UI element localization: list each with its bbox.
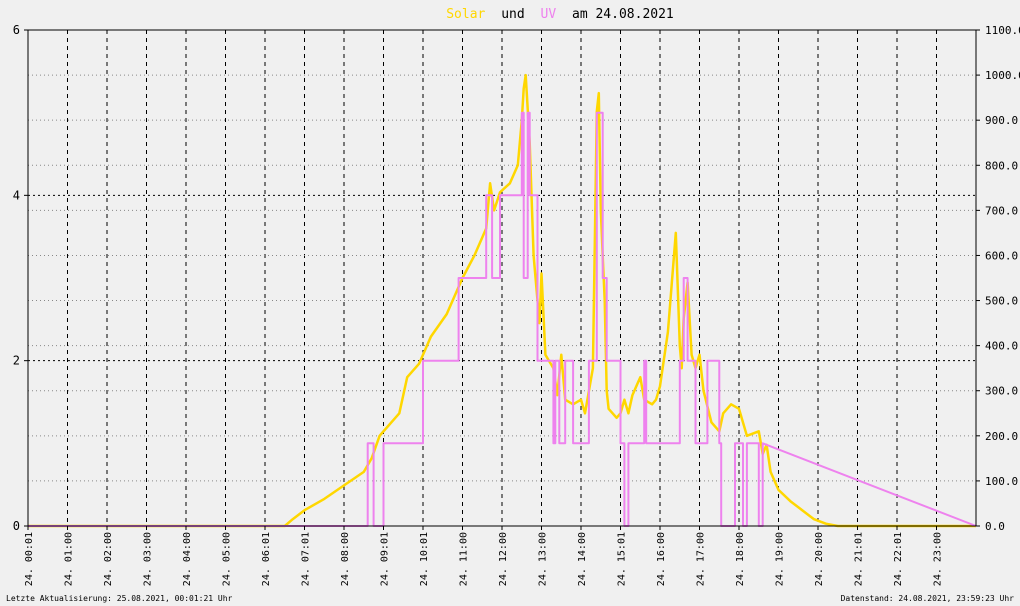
x-axis-tick-label: 24. 19:00: [775, 532, 786, 586]
right-axis-tick-label: 300.0: [985, 385, 1018, 398]
x-axis-tick-label: 24. 08:00: [340, 532, 351, 586]
x-axis-tick-label: 24. 13:00: [538, 532, 549, 586]
footer-last-update: Letzte Aktualisierung: 25.08.2021, 00:01…: [6, 594, 233, 603]
right-axis-tick-label: 900.0: [985, 114, 1018, 127]
x-axis-tick-label: 24. 18:00: [735, 532, 746, 586]
x-axis-tick-label: 24. 07:01: [301, 532, 312, 586]
x-axis-tick-label: 24. 09:01: [380, 532, 391, 586]
x-axis-tick-label: 24. 00:01: [24, 532, 35, 586]
x-axis-tick-label: 24. 17:00: [696, 532, 707, 586]
x-axis-tick-label: 24. 04:00: [182, 532, 193, 586]
x-axis-tick-label: 24. 16:00: [656, 532, 667, 586]
x-axis-tick-label: 24. 21:01: [854, 532, 865, 586]
footer-data-status: Datenstand: 24.08.2021, 23:59:23 Uhr: [841, 594, 1015, 603]
title-date: am 24.08.2021: [572, 7, 674, 22]
title-uv: UV: [541, 7, 557, 22]
x-axis-tick-label: 24. 12:00: [498, 532, 509, 586]
x-axis-tick-label: 24. 06:01: [261, 532, 272, 586]
x-axis-tick-label: 24. 02:00: [103, 532, 114, 586]
x-axis-tick-label: 24. 20:00: [814, 532, 825, 586]
x-axis-tick-label: 24. 05:00: [222, 532, 233, 586]
right-axis-tick-label: 400.0: [985, 340, 1018, 353]
right-axis-tick-label: 1000.0: [985, 69, 1020, 82]
chart-title: Solar und UV am 24.08.2021: [446, 7, 674, 22]
title-und: und: [501, 7, 524, 22]
title-solar: Solar: [446, 7, 485, 22]
x-axis-tick-label: 24. 15:01: [617, 532, 628, 586]
right-axis-tick-label: 200.0: [985, 430, 1018, 443]
x-axis-tick-label: 24. 10:01: [419, 532, 430, 586]
right-axis-tick-label: 500.0: [985, 295, 1018, 308]
right-axis-tick-label: 1100.0: [985, 24, 1020, 37]
right-axis-tick-label: 700.0: [985, 204, 1018, 217]
x-axis-tick-label: 24. 11:00: [459, 532, 470, 586]
x-axis-tick-label: 24. 22:01: [893, 532, 904, 586]
x-axis-tick-label: 24. 23:00: [933, 532, 944, 586]
right-axis-tick-label: 600.0: [985, 249, 1018, 262]
right-axis-tick-label: 0.0: [985, 520, 1005, 533]
left-axis-tick-label: 6: [13, 23, 20, 37]
left-axis-tick-label: 4: [13, 188, 20, 202]
right-axis-tick-label: 100.0: [985, 475, 1018, 488]
left-axis-tick-label: 2: [13, 354, 20, 368]
x-axis-tick-label: 24. 03:00: [143, 532, 154, 586]
chart-background: [0, 0, 1020, 606]
x-axis-tick-label: 24. 14:00: [577, 532, 588, 586]
left-axis-tick-label: 0: [13, 519, 20, 533]
right-axis-tick-label: 800.0: [985, 159, 1018, 172]
solar-uv-chart: Solar und UV am 24.08.2021 0 2 4 6 0.0 100.0 2…: [0, 0, 1020, 606]
x-axis-tick-label: 24. 01:00: [64, 532, 75, 586]
